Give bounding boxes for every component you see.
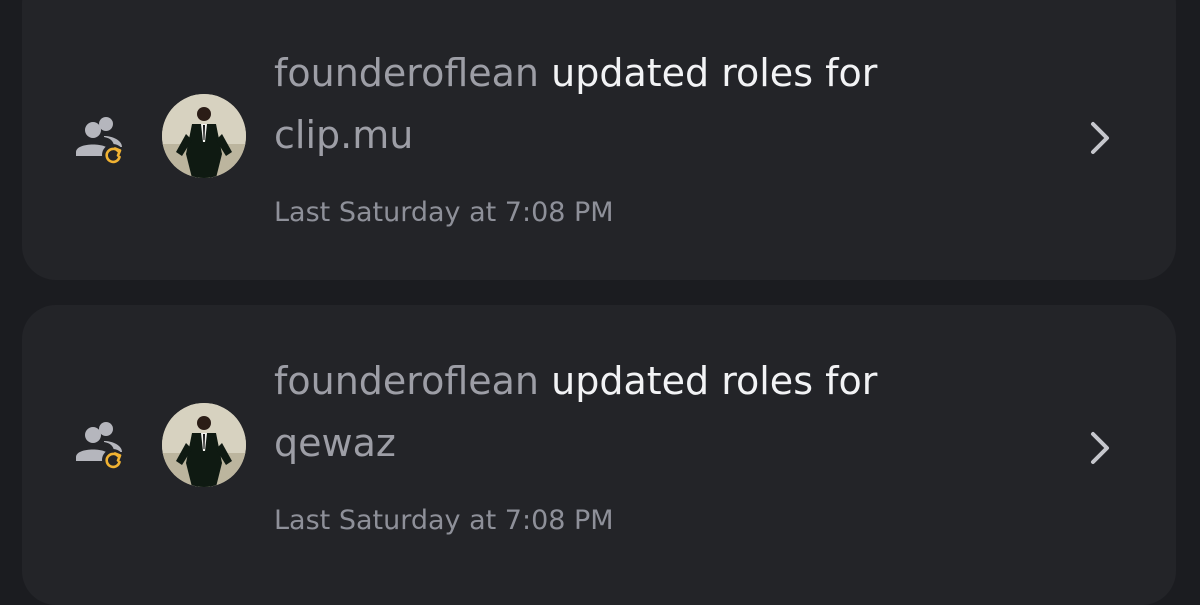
audit-log-entry[interactable]: founderoflean updated roles for qewaz La… [22,305,1176,605]
timestamp: Last Saturday at 7:08 PM [274,197,614,228]
actor-username[interactable]: founderoflean [274,51,539,95]
avatar-image [162,403,246,487]
target-username[interactable]: clip.mu [274,113,413,157]
entry-title: founderoflean updated roles for qewaz [274,350,994,474]
timestamp: Last Saturday at 7:08 PM [274,505,614,536]
avatar[interactable] [162,94,246,178]
action-text: updated roles for [551,359,878,403]
audit-log-entry[interactable]: founderoflean updated roles for clip.mu … [22,0,1176,280]
member-role-update-icon [76,422,124,471]
avatar[interactable] [162,403,246,487]
action-text: updated roles for [551,51,878,95]
entry-title: founderoflean updated roles for clip.mu [274,42,994,166]
avatar-image [162,94,246,178]
target-username[interactable]: qewaz [274,421,396,465]
actor-username[interactable]: founderoflean [274,359,539,403]
member-role-update-icon [76,117,124,166]
chevron-right-icon[interactable] [1080,118,1120,158]
chevron-right-icon[interactable] [1080,428,1120,468]
